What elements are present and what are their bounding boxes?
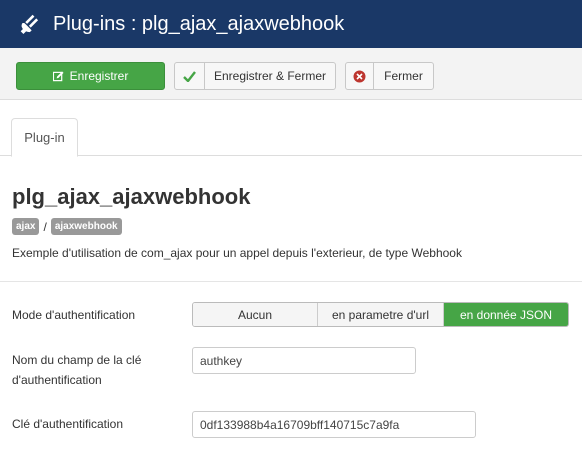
close-button-label: Fermer xyxy=(384,69,423,83)
auth-mode-option-url[interactable]: en parametre d'url xyxy=(318,303,444,326)
plug-icon xyxy=(20,14,39,34)
tab-plugin[interactable]: Plug-in xyxy=(11,118,78,157)
toolbar: Enregistrer Enregistrer & Fermer Fermer xyxy=(0,48,582,100)
group-badge: ajax xyxy=(12,218,40,235)
close-button[interactable]: Fermer xyxy=(345,62,434,90)
plugin-badges: ajax / ajaxwebhook xyxy=(12,218,122,235)
app-header: Plug-ins : plg_ajax_ajaxwebhook xyxy=(0,0,582,48)
tab-bar: Plug-in xyxy=(0,118,582,157)
key-field-name-input[interactable] xyxy=(192,347,416,374)
auth-key-label: Clé d'authentification xyxy=(12,417,124,431)
save-button-label: Enregistrer xyxy=(69,69,129,83)
plugin-name: plg_ajax_ajaxwebhook xyxy=(12,184,251,209)
auth-mode-option-none[interactable]: Aucun xyxy=(193,303,318,326)
plugin-description: Exemple d'utilisation de com_ajax pour u… xyxy=(12,246,462,260)
save-close-button[interactable]: Enregistrer & Fermer xyxy=(174,62,336,90)
page-title: Plug-ins : plg_ajax_ajaxwebhook xyxy=(53,13,345,35)
close-circle-icon xyxy=(353,70,366,82)
auth-mode-option-json[interactable]: en donnée JSON xyxy=(444,303,568,326)
auth-key-input[interactable] xyxy=(192,411,476,438)
divider xyxy=(0,281,582,282)
badge-separator: / xyxy=(43,219,47,234)
element-badge: ajaxwebhook xyxy=(50,218,122,235)
auth-mode-label: Mode d'authentification xyxy=(12,308,136,322)
save-button[interactable]: Enregistrer xyxy=(16,62,165,90)
save-close-button-label: Enregistrer & Fermer xyxy=(213,69,327,83)
key-field-name-label: Nom du champ de la clé d'authentificatio… xyxy=(12,353,142,387)
check-icon xyxy=(183,70,196,82)
auth-mode-radio-group: Aucun en parametre d'url en donnée JSON xyxy=(192,302,569,327)
edit-icon xyxy=(52,70,64,81)
